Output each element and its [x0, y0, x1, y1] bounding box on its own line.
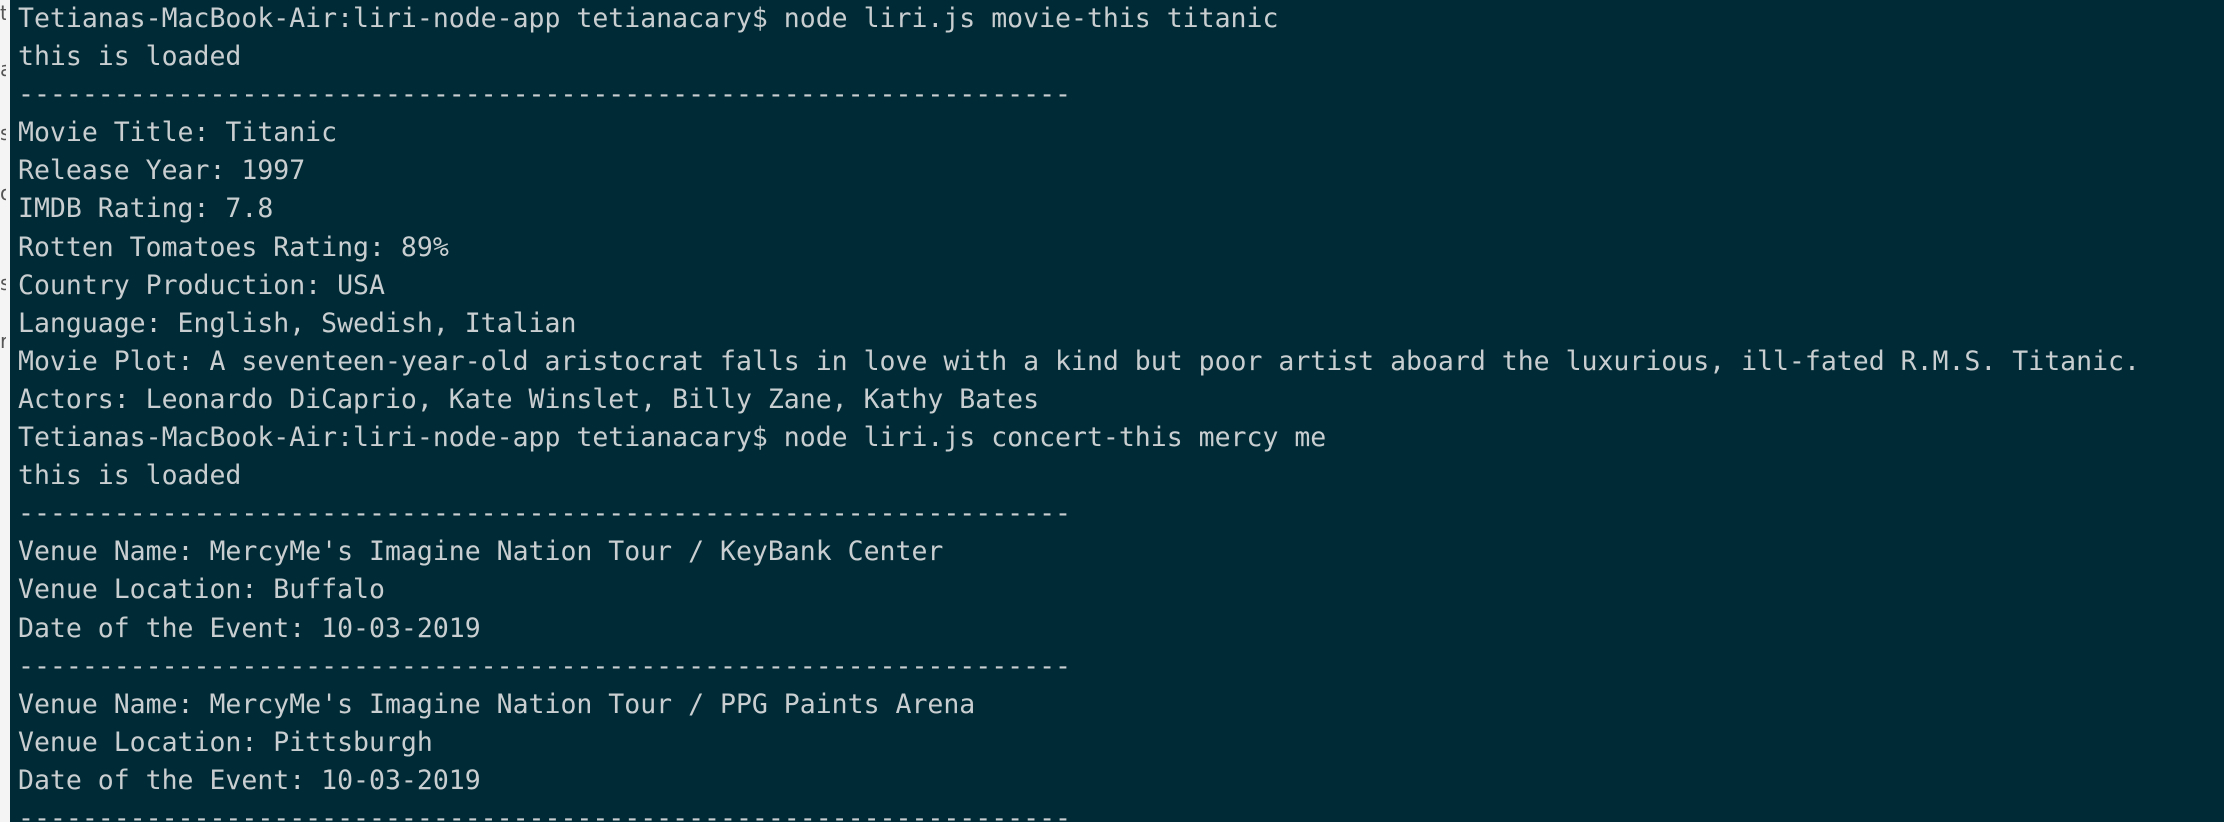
- output-line: Release Year: 1997: [18, 155, 306, 187]
- output-line: Country Production: USA: [18, 269, 385, 301]
- terminal-output[interactable]: Tetianas-MacBook-Air:liri-node-app tetia…: [18, 0, 2224, 822]
- edge-fragment: s: [0, 122, 6, 144]
- output-line: Date of the Event: 10-03-2019: [18, 612, 481, 644]
- output-line: IMDB Rating: 7.8: [18, 193, 274, 225]
- separator-line: ----------------------------------------…: [18, 802, 1071, 822]
- output-line: Actors: Leonardo DiCaprio, Kate Winslet,…: [18, 383, 1040, 415]
- output-line: Venue Location: Buffalo: [18, 574, 385, 606]
- edge-fragment: a: [0, 58, 6, 80]
- output-line: Venue Name: MercyMe's Imagine Nation Tou…: [18, 536, 944, 568]
- edge-fragment: s: [0, 272, 6, 294]
- separator-line: ----------------------------------------…: [18, 79, 1071, 111]
- edge-fragment: o: [0, 182, 6, 204]
- background-window-edge: t a s o s r: [0, 0, 10, 822]
- output-line: Rotten Tomatoes Rating: 89%: [18, 231, 449, 263]
- separator-line: ----------------------------------------…: [18, 498, 1071, 530]
- prompt-command-line: Tetianas-MacBook-Air:liri-node-app tetia…: [18, 422, 1327, 454]
- output-line: Language: English, Swedish, Italian: [18, 307, 577, 339]
- edge-fragment: t: [0, 2, 6, 24]
- output-line: Date of the Event: 10-03-2019: [18, 764, 481, 796]
- terminal-window[interactable]: Tetianas-MacBook-Air:liri-node-app tetia…: [10, 0, 2224, 822]
- separator-line: ----------------------------------------…: [18, 650, 1071, 682]
- output-line: Movie Title: Titanic: [18, 117, 338, 149]
- output-line: Venue Name: MercyMe's Imagine Nation Tou…: [18, 688, 976, 720]
- output-line: Venue Location: Pittsburgh: [18, 726, 433, 758]
- prompt-command-line: Tetianas-MacBook-Air:liri-node-app tetia…: [18, 3, 1279, 34]
- output-line: this is loaded: [18, 41, 242, 73]
- edge-fragment: r: [0, 330, 6, 352]
- output-line: this is loaded: [18, 460, 242, 492]
- output-line: Movie Plot: A seventeen-year-old aristoc…: [18, 345, 2140, 377]
